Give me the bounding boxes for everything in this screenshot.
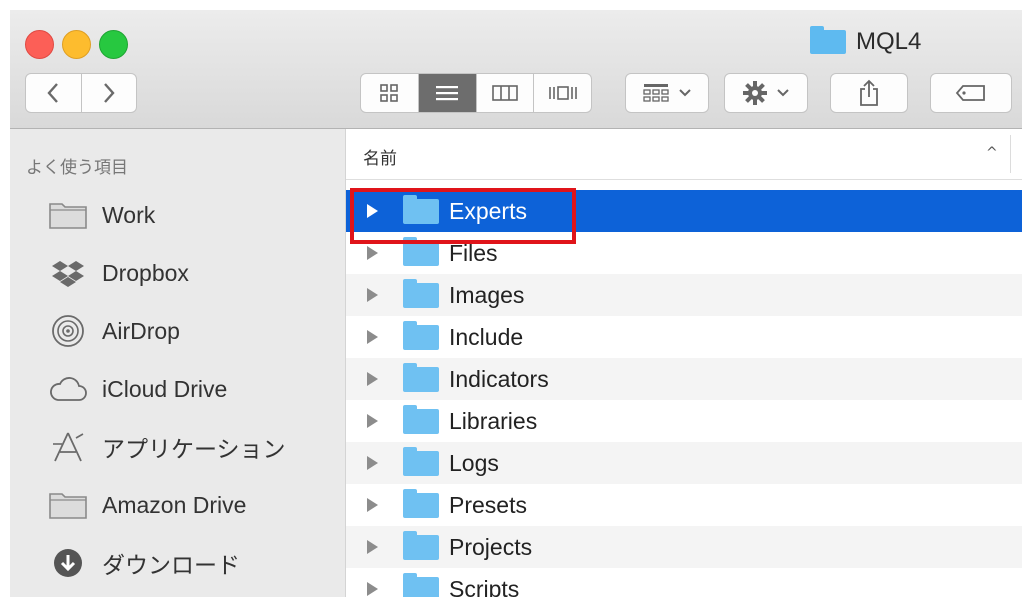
disclosure-triangle-icon[interactable]	[367, 288, 378, 302]
disclosure-triangle-icon[interactable]	[367, 498, 378, 512]
sidebar-item-label: Work	[102, 201, 156, 228]
disclosure-triangle-icon[interactable]	[367, 540, 378, 554]
list-item[interactable]: Include	[346, 316, 1022, 358]
list-item[interactable]: Indicators	[346, 358, 1022, 400]
sidebar: よく使う項目 Work Dropbox AirDrop iCloud Drive…	[10, 129, 346, 597]
sidebar-section-header: よく使う項目	[26, 158, 128, 178]
navigation-buttons	[25, 73, 137, 113]
folder-icon	[403, 278, 439, 308]
sidebar-item-downloads[interactable]: ダウンロード	[48, 543, 240, 583]
tag-icon	[955, 85, 985, 101]
finder-window: MQL4 よく使う項目 Work Dropbox AirDrop iCloud …	[10, 10, 1022, 597]
chevron-down-icon	[679, 89, 691, 97]
sidebar-item-applications[interactable]: アプリケーション	[48, 427, 286, 467]
list-item-label: Logs	[449, 449, 499, 476]
sidebar-item-dropbox[interactable]: Dropbox	[48, 253, 189, 293]
window-title: MQL4	[810, 24, 921, 60]
disclosure-triangle-icon[interactable]	[367, 246, 378, 260]
disclosure-triangle-icon[interactable]	[367, 582, 378, 596]
list-item-label: Libraries	[449, 407, 538, 434]
applications-icon	[48, 431, 88, 463]
column-header-name[interactable]: 名前 ^	[346, 129, 1022, 180]
sort-ascending-icon: ^	[986, 145, 998, 161]
icon-view-button[interactable]	[361, 74, 419, 112]
download-icon	[48, 547, 88, 579]
sidebar-item-label: ダウンロード	[102, 552, 240, 578]
list-item-label: Presets	[449, 491, 527, 518]
coverflow-icon	[548, 86, 577, 100]
folder-icon	[403, 446, 439, 476]
list-item-label: Projects	[449, 533, 533, 560]
folder-icon	[403, 236, 439, 266]
list-item[interactable]: Logs	[346, 442, 1022, 484]
sidebar-item-airdrop[interactable]: AirDrop	[48, 311, 180, 351]
column-view-button[interactable]	[477, 74, 535, 112]
list-item[interactable]: Presets	[346, 484, 1022, 526]
folder-icon	[403, 572, 439, 597]
chevron-left-icon	[47, 83, 59, 103]
sidebar-item-label: Amazon Drive	[102, 491, 247, 518]
sidebar-item-icloud-drive[interactable]: iCloud Drive	[48, 369, 227, 409]
folder-icon	[403, 362, 439, 392]
folder-icon	[48, 489, 88, 521]
list-item-label: Indicators	[449, 365, 549, 392]
share-icon	[860, 79, 878, 106]
folder-icon	[403, 530, 439, 560]
tags-button[interactable]	[930, 73, 1012, 113]
list-icon	[436, 86, 459, 101]
share-button[interactable]	[830, 73, 908, 113]
columns-icon	[492, 85, 518, 101]
minimize-window-button[interactable]	[62, 30, 91, 59]
grid-icon	[380, 84, 399, 102]
disclosure-triangle-icon[interactable]	[367, 372, 378, 386]
folder-icon	[810, 26, 846, 54]
back-button[interactable]	[26, 74, 82, 112]
list-item-label: Images	[449, 281, 525, 308]
list-item[interactable]: Projects	[346, 526, 1022, 568]
action-menu-button[interactable]	[724, 73, 808, 113]
list-item[interactable]: Images	[346, 274, 1022, 316]
folder-icon	[403, 404, 439, 434]
folder-icon	[403, 320, 439, 350]
list-item[interactable]: Libraries	[346, 400, 1022, 442]
sidebar-item-label: アプリケーション	[102, 436, 286, 462]
title-bar: MQL4	[10, 10, 1022, 129]
highlight-annotation-box	[350, 188, 576, 244]
column-header-label: 名前	[363, 149, 397, 169]
group-icon	[643, 84, 669, 102]
gear-icon	[743, 81, 767, 105]
close-window-button[interactable]	[25, 30, 54, 59]
sidebar-item-label: AirDrop	[102, 317, 180, 344]
list-item-label: Include	[449, 323, 524, 350]
sidebar-item-label: Dropbox	[102, 259, 189, 286]
chevron-right-icon	[103, 83, 115, 103]
forward-button[interactable]	[82, 74, 137, 112]
folder-icon	[48, 199, 88, 231]
sidebar-item-label: iCloud Drive	[102, 375, 228, 402]
disclosure-triangle-icon[interactable]	[367, 456, 378, 470]
column-divider	[1010, 135, 1011, 173]
airdrop-icon	[48, 315, 88, 347]
cloud-icon	[48, 373, 88, 405]
window-title-text: MQL4	[856, 28, 922, 55]
disclosure-triangle-icon[interactable]	[367, 414, 378, 428]
view-mode-control	[360, 73, 592, 113]
list-item[interactable]: Scripts	[346, 568, 1022, 597]
sidebar-item-work[interactable]: Work	[48, 195, 155, 235]
group-by-button[interactable]	[625, 73, 709, 113]
disclosure-triangle-icon[interactable]	[367, 330, 378, 344]
coverflow-view-button[interactable]	[534, 74, 591, 112]
sidebar-item-amazon-drive[interactable]: Amazon Drive	[48, 485, 246, 525]
maximize-window-button[interactable]	[99, 30, 128, 59]
folder-icon	[403, 488, 439, 518]
list-view-button[interactable]	[418, 74, 477, 112]
list-item-label: Scripts	[449, 575, 520, 597]
chevron-down-icon	[777, 89, 789, 97]
dropbox-icon	[48, 257, 88, 289]
